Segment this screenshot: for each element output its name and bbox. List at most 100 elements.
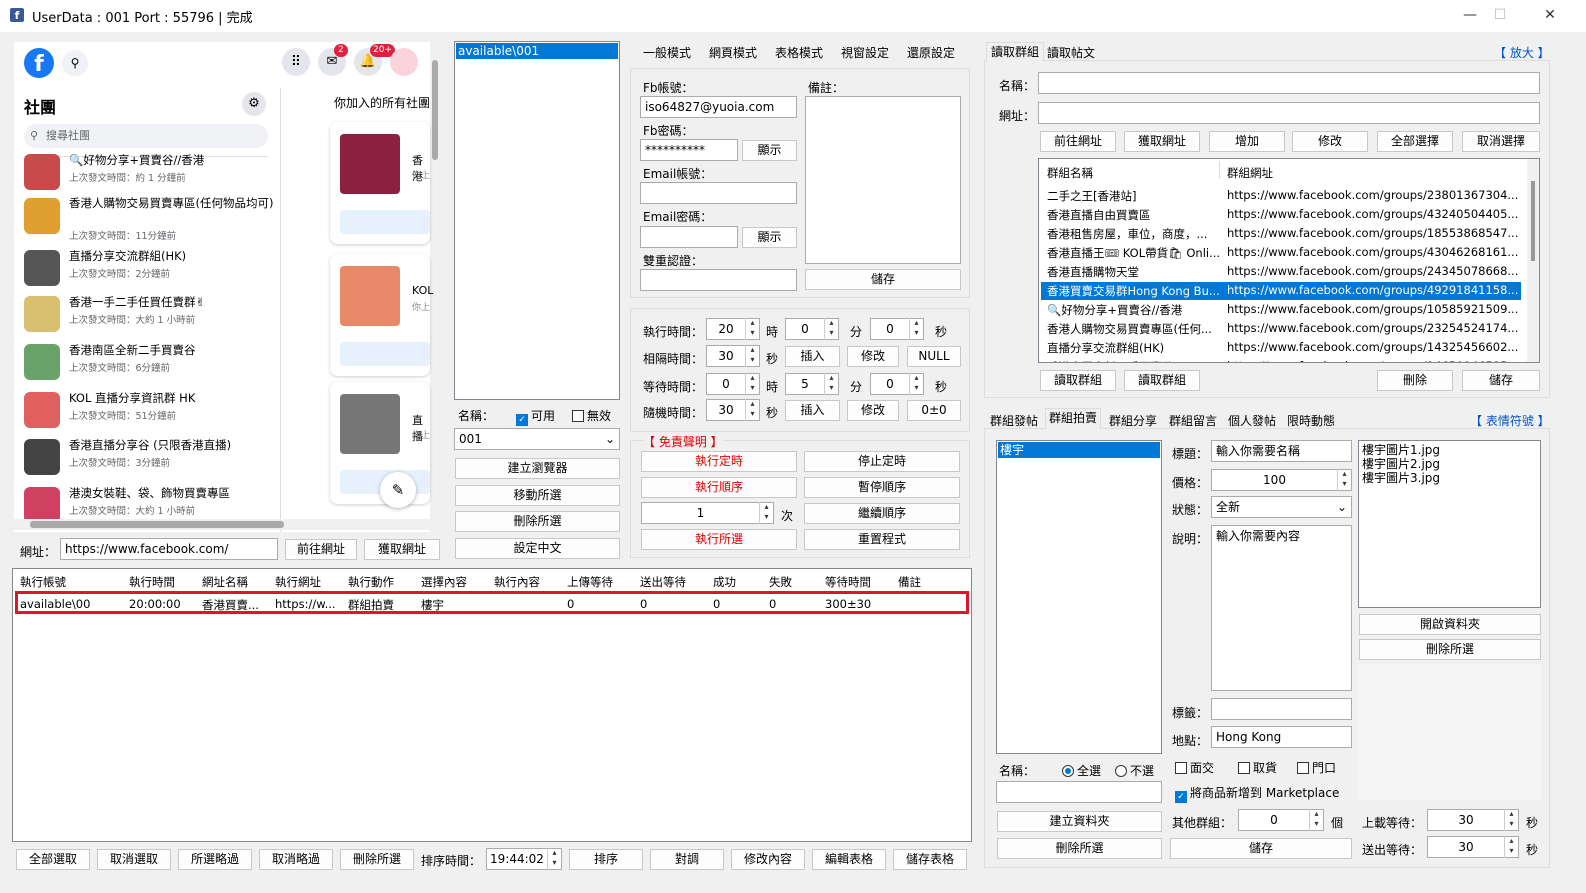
col-header[interactable]: 網址名稱 [202, 574, 248, 590]
tab-read-groups[interactable]: 讀取群組 [986, 42, 1044, 62]
edit-table-button[interactable]: 編輯表格 [812, 849, 886, 870]
facebook-logo-icon[interactable]: f [24, 48, 54, 78]
note-textarea[interactable] [805, 96, 961, 264]
available-checkbox[interactable]: ✓ 可用 [516, 407, 555, 426]
list-item[interactable]: 香港直播分享谷 (只限香港直播) 上次發文時間：3分鐘前 [24, 435, 270, 481]
tab-personal-post[interactable]: 個人發帖 [1228, 412, 1276, 429]
invalid-checkbox[interactable]: 無效 [572, 407, 611, 424]
group-card-button[interactable] [340, 210, 430, 234]
modify-content-button[interactable]: 修改內容 [731, 849, 805, 870]
image-item[interactable]: 樓宇圖片3.jpg [1362, 471, 1537, 485]
task-table[interactable]: 執行帳號 執行時間 網址名稱 執行網址 執行動作 選擇內容 執行內容 上傳等待 送出等待 成功 失敗… [12, 568, 972, 842]
list-item[interactable]: 香港人購物交易買賣專區(任何物品均可) 上次發文時間：11分鐘前 [24, 194, 273, 242]
group-table-row[interactable]: 二手之王[香港站] https://www.facebook.com/groups… [1041, 187, 1521, 205]
group-url-cell[interactable]: https://www.facebook.com/groups/49291841… [1227, 283, 1519, 297]
list-item[interactable]: 香港一手二手任買任賣群✌ 上次發文時間：大約 1 小時前 [24, 292, 270, 338]
group-name-cell[interactable]: 二手之王[香港站] [1047, 188, 1219, 204]
exec-hour-stepper[interactable]: 20 [706, 318, 760, 340]
list-item[interactable]: KOL 直播分享資訊群 HK 上次發文時間：51分鐘前 [24, 388, 270, 434]
group-url-cell[interactable]: https://www.facebook.com/groups/18553868… [1227, 226, 1519, 240]
door-checkbox[interactable]: 門口 [1297, 759, 1336, 776]
stop-timer-button[interactable]: 停止定時 [804, 451, 960, 472]
repeat-times-stepper[interactable]: 1 [641, 502, 774, 524]
pickup-checkbox[interactable]: 取貨 [1238, 759, 1277, 776]
list-item[interactable]: 香港南區全新二手買賣谷 上次發文時間：6分鐘前 [24, 340, 270, 386]
close-button[interactable]: ✕ [1530, 4, 1570, 28]
group-table-row[interactable]: 香港租售房屋，車位，商度，... https://www.facebook.com… [1041, 225, 1521, 243]
group-table-row[interactable]: 香港直播自由買賣區 https://www.facebook.com/groups… [1041, 206, 1521, 224]
fb-account-input[interactable]: iso64827@yuoia.com [640, 96, 797, 118]
group-table[interactable]: 群組名稱 群組網址 二手之王[香港站] https://www.facebook.… [1038, 158, 1540, 363]
description-textarea[interactable]: 輸入你需要內容 [1211, 525, 1352, 691]
tags-input[interactable] [1211, 698, 1352, 720]
status-select[interactable]: 全新 ⌄ [1211, 496, 1352, 518]
group-table-row[interactable]: 香港直播購物天堂 https://www.facebook.com/groups/… [1041, 263, 1521, 281]
tab-general-mode[interactable]: 一般模式 [643, 44, 691, 61]
fb-scroll-thumb[interactable] [432, 60, 438, 160]
send-wait-stepper[interactable]: 30 [1427, 836, 1519, 858]
read-go-url-button[interactable]: 前往網址 [1040, 131, 1116, 152]
null-button[interactable]: NULL [907, 346, 961, 367]
list-item[interactable]: 🔍好物分享+買賣谷//香港 上次發文時間：約 1 分鐘前 [24, 150, 270, 196]
settings-gear-icon[interactable]: ⚙ [242, 92, 266, 116]
start-timer-button[interactable]: 執行定時 [641, 451, 797, 472]
tab-read-posts[interactable]: 讀取帖文 [1047, 44, 1095, 62]
get-url-button[interactable]: 獲取網址 [364, 539, 440, 560]
compose-edit-icon[interactable]: ✎ [380, 472, 416, 508]
wait-minute-stepper[interactable]: 5 [785, 373, 839, 395]
random-stepper[interactable]: 30 [706, 399, 760, 421]
col-header[interactable]: 等待時間 [825, 574, 871, 590]
create-folder-button[interactable]: 建立資料夾 [997, 811, 1162, 832]
run-selected-button[interactable]: 執行所選 [641, 529, 797, 550]
group-card[interactable]: KOL 你上 [330, 254, 433, 376]
emoji-link[interactable]: 【 表情符號 】 [1470, 412, 1550, 429]
wait-hour-stepper[interactable]: 0 [706, 373, 760, 395]
face-to-face-checkbox[interactable]: 面交 [1175, 759, 1214, 776]
group-name-cell[interactable]: 香港租售房屋，車位，商度，... [1047, 226, 1219, 242]
save-account-button[interactable]: 儲存 [805, 269, 961, 290]
open-folder-button[interactable]: 開啟資料夾 [1359, 614, 1541, 635]
group-table-row[interactable]: 香港南區全新二手買賣谷 https://www.facebook.com/grou… [1041, 358, 1521, 362]
select-none-radio[interactable]: 不選 [1115, 762, 1154, 779]
category-item[interactable]: 樓宇 [998, 442, 1160, 458]
exec-minute-stepper[interactable]: 0 [785, 318, 839, 340]
delete-categories-button[interactable]: 刪除所選 [997, 838, 1162, 859]
group-name-cell[interactable]: 🔍好物分享+買賣谷//香港 [1047, 302, 1219, 318]
group-name-cell[interactable]: 香港直播購物天堂 [1047, 264, 1219, 280]
upload-wait-stepper[interactable]: 30 [1427, 809, 1519, 831]
facebook-browser-panel[interactable]: f ⚲ ⠿ ✉ 2 🔔 20+ 社團 ⚙ 搜尋社團 ⚲ 你加入的所有社團 🔍好物… [14, 42, 440, 532]
group-card-button[interactable] [340, 342, 430, 366]
add-group-button[interactable]: 增加 [1209, 131, 1285, 152]
swap-button[interactable]: 對調 [650, 849, 724, 870]
location-input[interactable]: Hong Kong [1211, 726, 1352, 748]
exec-second-stepper[interactable]: 0 [870, 318, 924, 340]
pause-sequence-button[interactable]: 暫停順序 [804, 477, 960, 498]
group-name-cell[interactable]: 香港買賣交易群Hong Kong Bu... [1047, 283, 1219, 299]
col-header[interactable]: 備註 [898, 574, 921, 590]
category-list[interactable]: 樓宇 [996, 440, 1162, 754]
group-name-cell[interactable]: 直播分享交流群組(HK) [1047, 340, 1219, 356]
image-item[interactable]: 樓宇圖片1.jpg [1362, 443, 1537, 457]
go-url-button[interactable]: 前往網址 [285, 539, 357, 560]
modify-interval-button[interactable]: 修改 [847, 346, 899, 367]
group-table-row[interactable]: 🔍好物分享+買賣谷//香港 https://www.facebook.com/gr… [1041, 301, 1521, 319]
url-input[interactable]: https://www.facebook.com/ [60, 538, 278, 560]
maximize-button[interactable]: ☐ [1480, 4, 1520, 28]
move-selected-button[interactable]: 移動所選 [455, 485, 620, 506]
group-url-cell[interactable]: https://www.facebook.com/groups/10585921… [1227, 302, 1519, 316]
account-list-item[interactable]: available\001 [456, 43, 618, 59]
tab-group-post[interactable]: 群組發帖 [990, 412, 1038, 429]
group-url-cell[interactable]: https://www.facebook.com/groups/23801367… [1227, 188, 1519, 202]
sort-button[interactable]: 排序 [569, 849, 643, 870]
list-item[interactable]: 直播分享交流群組(HK) 上次發文時間：2分鐘前 [24, 246, 270, 292]
price-stepper[interactable]: 100 [1211, 469, 1352, 491]
email-password-input[interactable] [640, 226, 738, 248]
group-table-row[interactable]: 香港買賣交易群Hong Kong Bu... https://www.facebo… [1041, 282, 1521, 300]
scroll-thumb[interactable] [1531, 181, 1535, 261]
col-group-name[interactable]: 群組名稱 [1047, 165, 1093, 181]
col-header[interactable]: 成功 [713, 574, 736, 590]
image-list[interactable]: 樓宇圖片1.jpg 樓宇圖片2.jpg 樓宇圖片3.jpg [1358, 440, 1541, 608]
other-groups-stepper[interactable]: 0 [1238, 809, 1324, 831]
skip-selected-button[interactable]: 所選略過 [178, 849, 252, 870]
save-groups-button[interactable]: 儲存 [1462, 370, 1540, 391]
